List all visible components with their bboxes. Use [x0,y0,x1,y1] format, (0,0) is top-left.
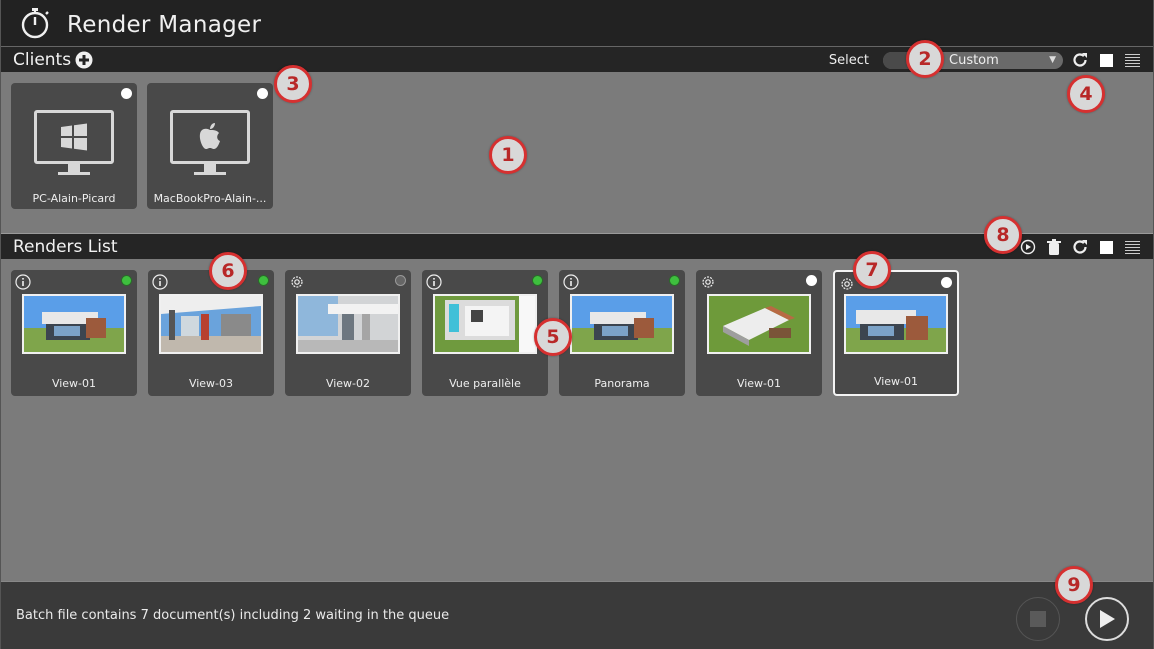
status-dot[interactable] [257,88,268,99]
client-tile[interactable]: MacBookPro-Alain-... [147,83,273,209]
status-dot[interactable] [941,277,952,288]
render-tile[interactable]: View-02 [285,270,411,396]
gear-icon[interactable] [839,276,855,292]
render-thumbnail [844,294,948,354]
play-icon [1100,610,1115,628]
play-button[interactable] [1085,597,1129,641]
callout-marker: 1 [489,136,527,174]
render-tile-selected[interactable]: View-01 [833,270,959,396]
clients-title: Clients [13,49,72,70]
gear-icon[interactable] [289,274,305,290]
client-tile[interactable]: PC-Alain-Picard [11,83,137,209]
render-tile[interactable]: Panorama [559,270,685,396]
callout-marker: 5 [534,318,572,356]
render-thumbnail [22,294,126,354]
stopwatch-icon [18,6,52,40]
trash-icon[interactable] [1045,238,1063,256]
list-view-icon[interactable] [1123,51,1141,69]
status-dot[interactable] [669,275,680,286]
refresh-icon[interactable] [1071,238,1089,256]
info-icon[interactable] [426,274,442,290]
apple-logo-icon [199,123,220,149]
renders-list: View-01 View-03 View-02 Vue parallèle Pa… [11,270,959,396]
tile-view-icon[interactable] [1097,51,1115,69]
status-dot[interactable] [121,275,132,286]
select-label: Select [828,52,869,68]
status-dot[interactable] [532,275,543,286]
status-text: Batch file contains 7 document(s) includ… [16,608,450,623]
status-dot[interactable] [121,88,132,99]
render-thumbnail [296,294,400,354]
chevron-down-icon: ▼ [1049,55,1056,65]
render-selected-icon[interactable] [1019,238,1037,256]
refresh-icon[interactable] [1071,51,1089,69]
info-icon[interactable] [563,274,579,290]
render-thumbnail [159,294,263,354]
callout-marker: 6 [209,252,247,290]
render-thumbnail [570,294,674,354]
clients-list: PC-Alain-Picard MacBookPro-Alain-... [11,83,273,209]
render-name: Panorama [594,377,650,390]
monitor-icon [34,110,114,164]
title-bar: Render Manager [1,0,1153,46]
status-dot[interactable] [258,275,269,286]
callout-marker: 3 [274,65,312,103]
render-tile[interactable]: View-01 [11,270,137,396]
list-view-icon[interactable] [1123,238,1141,256]
renders-title: Renders List [13,236,118,257]
callout-marker: 2 [906,40,944,78]
client-name: PC-Alain-Picard [32,192,116,205]
callout-marker: 4 [1067,75,1105,113]
gear-icon[interactable] [700,274,716,290]
renders-header: Renders List [1,233,1153,259]
callout-marker: 8 [984,216,1022,254]
render-name: Vue parallèle [449,377,521,390]
render-tile[interactable]: Vue parallèle [422,270,548,396]
client-name: MacBookPro-Alain-... [153,192,267,205]
clients-header: Clients Select Custom ▼ [1,46,1153,72]
stop-button[interactable] [1016,597,1060,641]
render-name: View-02 [325,377,371,390]
add-client-icon[interactable] [75,51,93,69]
clients-toolbar: Select Custom ▼ [829,47,1141,73]
render-name: View-01 [51,377,97,390]
renders-toolbar [1019,234,1141,260]
tile-view-icon[interactable] [1097,238,1115,256]
info-icon[interactable] [152,274,168,290]
render-tile[interactable]: View-03 [148,270,274,396]
render-name: View-01 [873,375,919,388]
status-bar: Batch file contains 7 document(s) includ… [1,581,1153,649]
render-thumbnail [707,294,811,354]
render-tile[interactable]: View-01 [696,270,822,396]
status-dot[interactable] [806,275,817,286]
app-title: Render Manager [67,12,262,38]
status-dot[interactable] [395,275,406,286]
info-icon[interactable] [15,274,31,290]
monitor-icon [170,110,250,164]
select-value: Custom [949,52,999,68]
windows-logo-icon [61,123,87,151]
stop-icon [1030,611,1046,627]
render-manager-window: Render Manager Clients Select Custom ▼ P… [0,0,1154,649]
render-name: View-03 [188,377,234,390]
callout-marker: 7 [853,251,891,289]
callout-marker: 9 [1055,566,1093,604]
render-thumbnail [433,294,537,354]
render-name: View-01 [736,377,782,390]
